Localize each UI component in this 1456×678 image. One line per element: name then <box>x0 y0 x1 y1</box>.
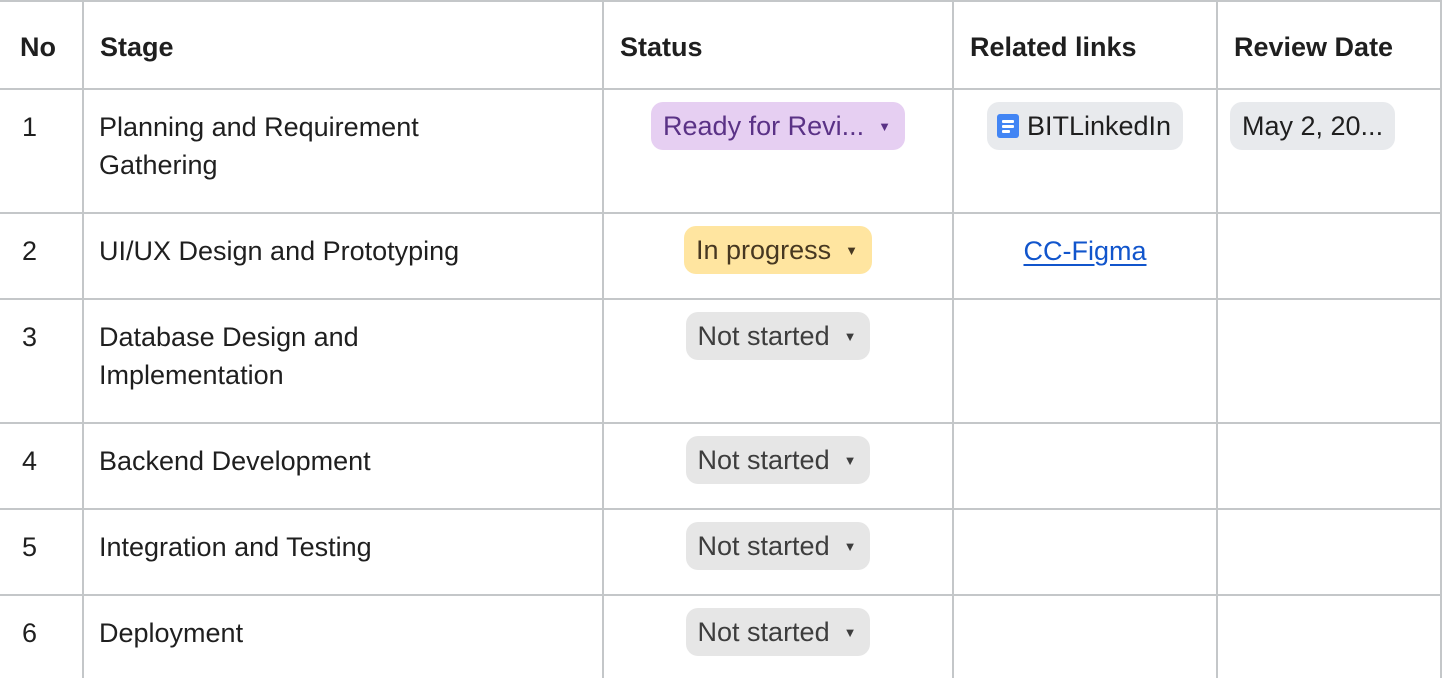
status-dropdown[interactable]: Not started ▼ <box>685 522 871 570</box>
review-date-cell[interactable] <box>1216 422 1442 510</box>
review-date-cell[interactable] <box>1216 212 1442 300</box>
status-dropdown[interactable]: Not started ▼ <box>685 608 871 656</box>
table-row: 2 UI/UX Design and Prototyping In progre… <box>0 212 1442 300</box>
stage-cell: Planning and Requirement Gathering <box>82 88 604 214</box>
status-label: Not started <box>697 617 830 647</box>
project-stages-table: No Stage Status Related links Review Dat… <box>0 0 1442 678</box>
related-links-cell[interactable] <box>952 594 1218 678</box>
column-header-related-links: Related links <box>952 0 1218 90</box>
column-header-stage: Stage <box>82 0 604 90</box>
caret-down-icon: ▼ <box>843 624 857 640</box>
row-number: 2 <box>0 212 84 300</box>
related-links-cell[interactable] <box>952 422 1218 510</box>
status-label: Not started <box>697 445 830 475</box>
caret-down-icon: ▼ <box>878 118 891 134</box>
status-label: Ready for Revi... <box>663 111 865 141</box>
column-header-status: Status <box>602 0 954 90</box>
caret-down-icon: ▼ <box>843 452 857 468</box>
review-date-cell[interactable] <box>1216 594 1442 678</box>
status-cell: Not started ▼ <box>602 508 954 596</box>
table-row: 3 Database Design and Implementation Not… <box>0 298 1442 424</box>
related-links-cell: BITLinkedIn <box>952 88 1218 214</box>
stage-cell: Deployment <box>82 594 604 678</box>
table-row: 1 Planning and Requirement Gathering Rea… <box>0 88 1442 214</box>
status-cell: Not started ▼ <box>602 594 954 678</box>
row-number: 1 <box>0 88 84 214</box>
table-row: 4 Backend Development Not started ▼ <box>0 422 1442 510</box>
caret-down-icon: ▼ <box>843 328 857 344</box>
status-cell: In progress ▼ <box>602 212 954 300</box>
stage-cell: UI/UX Design and Prototyping <box>82 212 604 300</box>
google-doc-icon <box>996 114 1019 138</box>
status-label: In progress <box>696 235 832 265</box>
status-label: Not started <box>697 531 830 561</box>
header-row: No Stage Status Related links Review Dat… <box>0 0 1442 90</box>
status-dropdown[interactable]: Not started ▼ <box>685 436 871 484</box>
status-cell: Not started ▼ <box>602 298 954 424</box>
status-dropdown[interactable]: Ready for Revi... ▼ <box>651 102 905 150</box>
row-number: 5 <box>0 508 84 596</box>
column-header-no: No <box>0 0 84 90</box>
status-dropdown[interactable]: In progress ▼ <box>684 226 872 274</box>
doc-link-chip[interactable]: BITLinkedIn <box>986 102 1184 150</box>
review-date-cell: May 2, 20... <box>1216 88 1442 214</box>
related-links-cell: CC-Figma <box>952 212 1218 300</box>
row-number: 4 <box>0 422 84 510</box>
status-cell: Ready for Revi... ▼ <box>602 88 954 214</box>
status-cell: Not started ▼ <box>602 422 954 510</box>
table-row: 6 Deployment Not started ▼ <box>0 594 1442 678</box>
column-header-review-date: Review Date <box>1216 0 1442 90</box>
caret-down-icon: ▼ <box>845 242 858 258</box>
related-links-cell[interactable] <box>952 298 1218 424</box>
stage-cell: Backend Development <box>82 422 604 510</box>
related-links-cell[interactable] <box>952 508 1218 596</box>
status-dropdown[interactable]: Not started ▼ <box>685 312 871 360</box>
date-chip[interactable]: May 2, 20... <box>1230 102 1396 150</box>
row-number: 3 <box>0 298 84 424</box>
review-date-cell[interactable] <box>1216 508 1442 596</box>
review-date-cell[interactable] <box>1216 298 1442 424</box>
caret-down-icon: ▼ <box>843 538 857 554</box>
status-label: Not started <box>697 321 830 351</box>
table-row: 5 Integration and Testing Not started ▼ <box>0 508 1442 596</box>
doc-link-label: BITLinkedIn <box>1026 111 1172 141</box>
row-number: 6 <box>0 594 84 678</box>
stage-cell: Database Design and Implementation <box>82 298 604 424</box>
stage-cell: Integration and Testing <box>82 508 604 596</box>
figma-link[interactable]: CC-Figma <box>1023 236 1146 266</box>
